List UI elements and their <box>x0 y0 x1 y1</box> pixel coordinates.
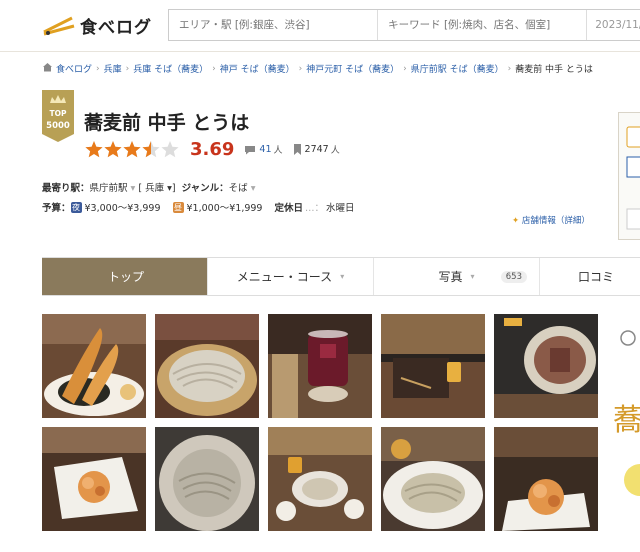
bookmark-count: 2747 <box>304 144 329 155</box>
search-bar: 2023/11/ <box>168 9 640 41</box>
area-link[interactable]: 兵庫 <box>145 183 164 194</box>
site-header: 食べログ 2023/11/ <box>0 0 640 52</box>
breadcrumb-item[interactable]: 兵庫 そば（蕎麦） <box>133 62 208 75</box>
tab-photos-label: 写真 <box>438 270 463 284</box>
red-drink-photo <box>268 314 372 418</box>
logo-text: 食べログ <box>80 17 152 38</box>
review-unit: 人 <box>273 146 283 156</box>
photo-thumbnail[interactable] <box>381 314 485 418</box>
restaurant-name: 蕎麦前 中手 とうは <box>84 112 250 134</box>
lunch-icon: 昼 <box>172 201 184 213</box>
photo-thumbnail[interactable] <box>42 314 146 418</box>
holiday-label: 定休日 <box>274 203 303 214</box>
soba-white-plate-photo <box>381 427 485 531</box>
bookmark-save-icon <box>626 126 640 230</box>
budget-row: 予算： 夜 ¥3,000～¥3,999 昼 ¥1,000～¥1,999 定休日 … <box>42 200 355 214</box>
kakiage-dark-photo <box>494 427 598 531</box>
ad-logo-icon: 蕎 <box>613 330 640 496</box>
caret-icon: ▾ <box>470 272 475 281</box>
duck-slices-photo <box>494 314 598 418</box>
chopsticks-icon <box>43 16 75 36</box>
soba-plate-photo <box>155 427 259 531</box>
photo-thumbnail[interactable] <box>268 314 372 418</box>
tab-bar: トップ メニュー・コース ▾ 写真 ▾ 653 口コミ <box>42 257 640 296</box>
rating-row: 3.69 41 人 2747 人 <box>84 139 340 160</box>
zaru-soba-photo <box>155 314 259 418</box>
tempura-photo <box>42 314 146 418</box>
breadcrumb-item[interactable]: 県庁前駅 そば（蕎麦） <box>411 62 504 75</box>
tab-menu-label: メニュー・コース <box>236 270 333 284</box>
caret-icon: ▾ <box>340 272 345 281</box>
breadcrumb: 食べログ › 兵庫 › 兵庫 そば（蕎麦） › 神戸 そば（蕎麦） › 神戸元町 そば（… <box>42 62 593 75</box>
tab-photos[interactable]: 写真 ▾ 653 <box>374 258 540 295</box>
top5000-badge-icon: TOP 5000 <box>42 90 74 142</box>
star-filled-icon <box>85 140 103 157</box>
dinner-budget: ¥3,000～¥3,999 <box>84 203 161 214</box>
table-set-photo <box>268 427 372 531</box>
area-search-input[interactable] <box>177 18 378 32</box>
photo-thumbnail[interactable] <box>42 427 146 531</box>
bookmark-icon <box>293 144 301 155</box>
breadcrumb-item[interactable]: 神戸元町 そば（蕎麦） <box>306 62 399 75</box>
rating-stars <box>85 140 179 157</box>
home-icon <box>42 62 53 75</box>
photo-thumbnail[interactable] <box>155 427 259 531</box>
holiday-info-icon: …： <box>305 203 325 214</box>
breadcrumb-item[interactable]: 兵庫 <box>104 62 122 75</box>
svg-text:蕎: 蕎 <box>614 403 640 438</box>
photo-thumbnail[interactable] <box>494 427 598 531</box>
counter-photo <box>381 314 485 418</box>
kakiage-photo <box>42 427 146 531</box>
star-filled-icon <box>104 140 122 157</box>
badge-top-text: TOP <box>50 109 67 118</box>
budget-label: 予算： <box>42 203 71 214</box>
station-label: 最寄り駅： <box>42 183 90 194</box>
genre-link[interactable]: そば <box>229 183 248 194</box>
station-genre-row: 最寄り駅：県庁前駅 ▾ [ 兵庫 ▾] ジャンル：そば ▾ <box>42 183 256 194</box>
star-empty-icon <box>161 140 179 157</box>
review-count[interactable]: 41 <box>259 144 271 155</box>
info-star-icon: ✦ <box>512 216 522 226</box>
bookmark-unit: 人 <box>330 146 340 156</box>
breadcrumb-current: 蕎麦前 中手 とうは <box>515 65 593 75</box>
holiday-value: 水曜日 <box>326 203 355 214</box>
tab-reviews-label: 口コミ <box>577 270 614 284</box>
star-filled-icon <box>123 140 141 157</box>
comment-icon <box>245 145 256 154</box>
store-info-text: 店舗情報（詳細） <box>521 216 590 226</box>
keyword-search-input[interactable] <box>386 18 587 32</box>
photo-thumbnail[interactable] <box>381 427 485 531</box>
keyword-search[interactable] <box>378 10 588 40</box>
photo-thumbnail[interactable] <box>155 314 259 418</box>
store-info-link[interactable]: ✦ 店舗情報（詳細） <box>512 214 590 226</box>
tab-top-label: トップ <box>108 270 145 284</box>
side-panel[interactable] <box>618 112 640 240</box>
photo-count-badge: 653 <box>500 271 527 283</box>
genre-label: ジャンル： <box>181 183 229 194</box>
tab-reviews[interactable]: 口コミ <box>540 258 640 295</box>
rating-score: 3.69 <box>190 139 235 160</box>
station-link[interactable]: 県庁前駅 <box>90 183 128 194</box>
badge-num-text: 5000 <box>46 121 70 131</box>
tabelog-logo[interactable]: 食べログ <box>42 10 152 40</box>
photo-thumbnail[interactable] <box>268 427 372 531</box>
tab-menu[interactable]: メニュー・コース ▾ <box>208 258 374 295</box>
photo-thumbnail[interactable] <box>494 314 598 418</box>
dinner-icon: 夜 <box>70 201 82 213</box>
breadcrumb-item[interactable]: 神戸 そば（蕎麦） <box>220 62 295 75</box>
tab-top[interactable]: トップ <box>42 258 208 295</box>
breadcrumb-item[interactable]: 食べログ <box>56 62 92 75</box>
lunch-budget: ¥1,000～¥1,999 <box>186 203 263 214</box>
right-ad-strip: 蕎 <box>613 312 640 548</box>
area-search[interactable] <box>169 10 379 40</box>
date-field[interactable]: 2023/11/ <box>587 10 640 40</box>
